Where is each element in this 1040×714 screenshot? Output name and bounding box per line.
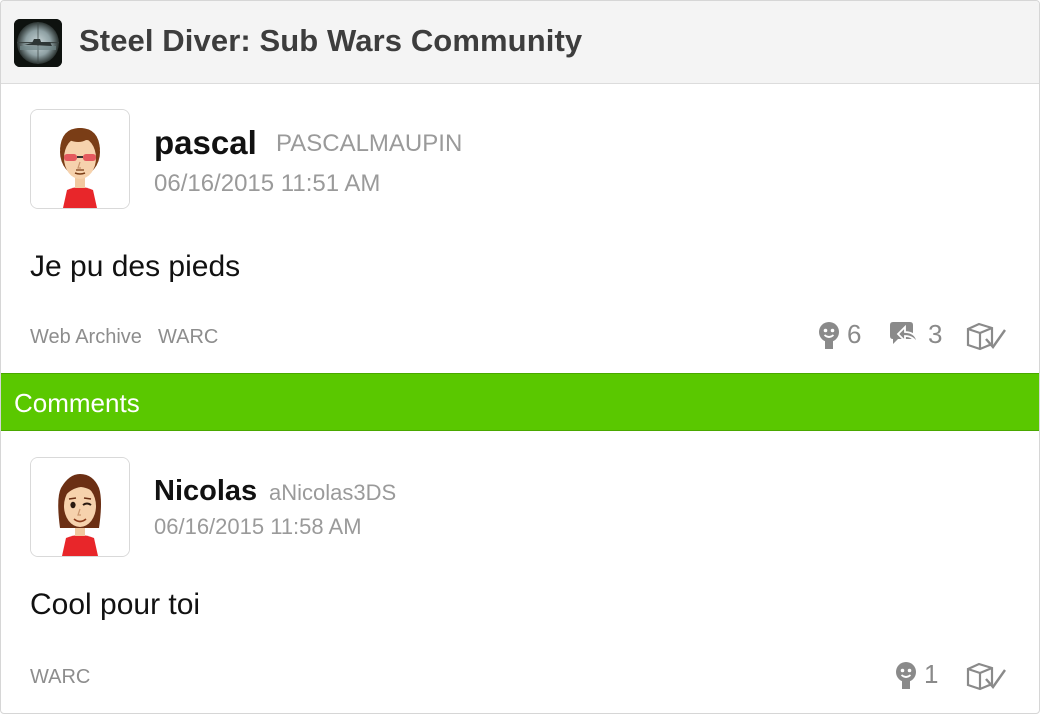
spoiler-check-button[interactable] xyxy=(965,661,1007,691)
post-page: Steel Diver: Sub Wars Community pascal P… xyxy=(0,0,1040,714)
yeah-count: 1 xyxy=(924,659,939,689)
replies-button[interactable]: 3 xyxy=(888,319,942,350)
cube-check-icon xyxy=(966,322,1006,351)
yeah-icon xyxy=(896,661,916,689)
yeah-icon xyxy=(819,321,839,349)
post-body: Je pu des pieds xyxy=(30,250,241,283)
post-timestamp[interactable]: 06/16/2015 11:51 AM xyxy=(154,170,380,198)
comments-label: Comments xyxy=(14,388,140,418)
comment: Nicolas aNicolas3DS 06/16/2015 11:58 AM … xyxy=(1,432,1039,713)
yeah-button[interactable]: 1 xyxy=(894,659,938,690)
comments-header: Comments xyxy=(1,373,1039,431)
tag-warc[interactable]: WARC xyxy=(158,326,218,349)
commenter-id: aNicolas3DS xyxy=(269,480,397,505)
screen-name[interactable]: pascal xyxy=(154,124,257,162)
yeah-count: 6 xyxy=(847,319,862,349)
comment-body: Cool pour toi xyxy=(30,588,201,621)
user-id: PASCALMAUPIN xyxy=(276,130,463,157)
community-icon[interactable] xyxy=(14,19,62,67)
reply-icon xyxy=(890,321,919,345)
commenter-avatar[interactable] xyxy=(30,457,130,557)
community-title[interactable]: Steel Diver: Sub Wars Community xyxy=(79,23,582,59)
tag-warc[interactable]: WARC xyxy=(30,666,90,689)
main-post: pascal PASCALMAUPIN 06/16/2015 11:51 AM … xyxy=(1,84,1039,372)
user-avatar[interactable] xyxy=(30,109,130,209)
spoiler-check-button[interactable] xyxy=(965,321,1007,351)
cube-check-icon xyxy=(966,662,1006,691)
community-header[interactable]: Steel Diver: Sub Wars Community xyxy=(1,1,1039,84)
tag-web-archive[interactable]: Web Archive xyxy=(30,326,142,349)
yeah-button[interactable]: 6 xyxy=(817,319,861,350)
reply-count: 3 xyxy=(928,319,943,349)
comment-timestamp[interactable]: 06/16/2015 11:58 AM xyxy=(154,514,362,540)
commenter-name[interactable]: Nicolas xyxy=(154,475,257,508)
